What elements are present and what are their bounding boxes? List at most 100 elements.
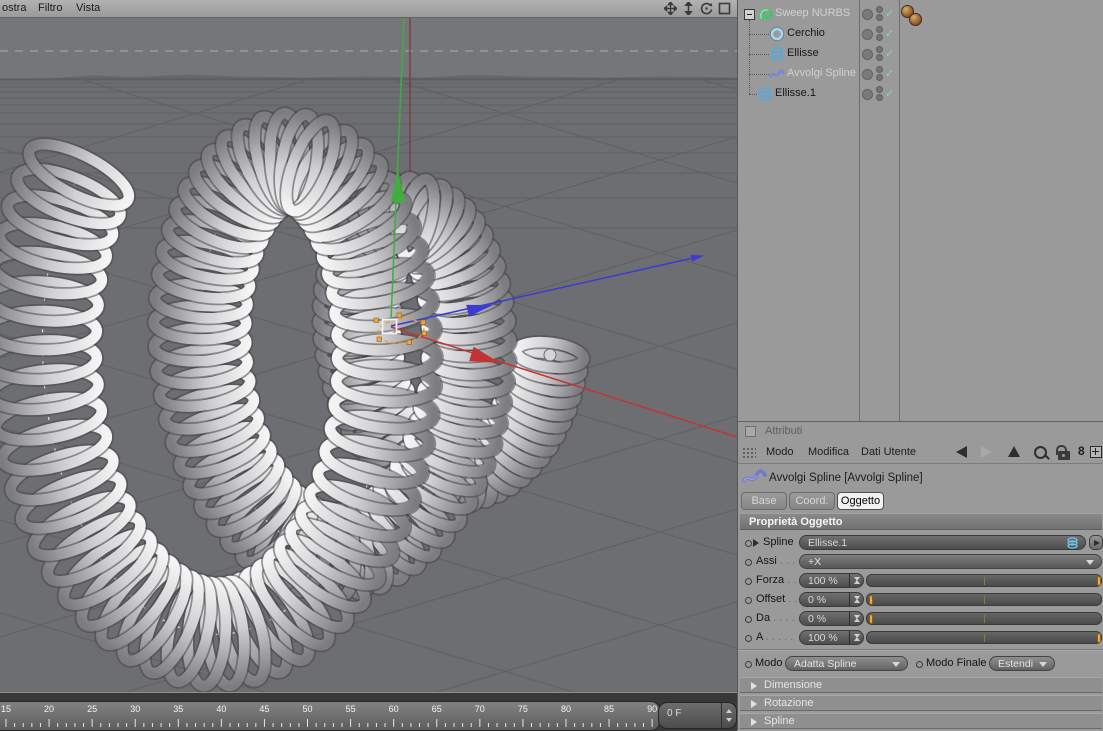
ellipse-spline-icon[interactable]: [769, 46, 785, 62]
properties-section-header[interactable]: Proprietà Oggetto: [740, 513, 1102, 530]
da-field[interactable]: 0 %: [799, 611, 864, 626]
link-icon[interactable]: 8: [1078, 444, 1085, 458]
section-spline[interactable]: Spline: [740, 713, 1102, 729]
viewport[interactable]: ostra Filtro Vista 15 20 25 30 35 40 45 …: [0, 0, 737, 731]
ellipse-spline-icon[interactable]: [757, 86, 773, 102]
expand-arrow-icon[interactable]: [753, 539, 759, 547]
render-visibility-dot[interactable]: [876, 94, 883, 101]
spline-link-field[interactable]: Ellisse.1: [799, 535, 1086, 550]
history-forward-icon[interactable]: [981, 446, 992, 458]
render-visibility-dot[interactable]: [876, 54, 883, 61]
dolly-icon[interactable]: [682, 2, 695, 15]
anim-dot[interactable]: [745, 578, 752, 585]
tab-coord[interactable]: Coord.: [789, 492, 835, 510]
modo-dropdown[interactable]: Adatta Spline: [785, 656, 908, 671]
sweep-nurbs-icon[interactable]: [757, 6, 773, 22]
object-label[interactable]: Ellisse.1: [775, 87, 816, 99]
anim-dot[interactable]: [745, 661, 752, 668]
visibility-dot[interactable]: [862, 69, 873, 80]
menu-filtro[interactable]: Filtro: [38, 2, 62, 14]
editor-visibility-dot[interactable]: [876, 86, 883, 93]
attributes-title: Attributi: [765, 425, 803, 437]
menu-mostra[interactable]: ostra: [2, 2, 26, 14]
panel-grip-icon[interactable]: [742, 447, 756, 458]
pan-icon[interactable]: [664, 2, 677, 15]
anim-dot[interactable]: [916, 661, 923, 668]
collapse-icon[interactable]: [744, 9, 755, 20]
forza-stepper[interactable]: [849, 574, 863, 587]
a-field[interactable]: 100 %: [799, 630, 864, 645]
anim-dot[interactable]: [745, 616, 752, 623]
section-rotazione[interactable]: Rotazione: [740, 695, 1102, 711]
visibility-dot[interactable]: [862, 89, 873, 100]
editor-visibility-dot[interactable]: [876, 26, 883, 33]
enabled-check-icon[interactable]: ✓: [885, 47, 894, 60]
expand-arrow-icon: [751, 718, 757, 726]
offset-stepper[interactable]: [849, 593, 863, 606]
attr-menu-dati-utente[interactable]: Dati Utente: [861, 446, 916, 458]
editor-visibility-dot[interactable]: [876, 46, 883, 53]
object-row-cerchio[interactable]: Cerchio ✓: [738, 24, 1103, 44]
enabled-check-icon[interactable]: ✓: [885, 27, 894, 40]
spline-picker-button[interactable]: [1089, 535, 1103, 550]
object-label[interactable]: Cerchio: [787, 27, 825, 39]
cinema4d-window: ostra Filtro Vista 15 20 25 30 35 40 45 …: [0, 0, 1103, 731]
render-visibility-dot[interactable]: [876, 14, 883, 21]
object-row-sweep-nurbs[interactable]: Sweep NURBS ✓: [738, 4, 1103, 26]
attributes-lock-checkbox[interactable]: [745, 426, 756, 437]
object-label[interactable]: Ellisse: [787, 47, 819, 59]
anim-dot[interactable]: [745, 540, 752, 547]
render-visibility-dot[interactable]: [876, 34, 883, 41]
object-label[interactable]: Avvolgi Spline: [787, 67, 856, 79]
search-icon[interactable]: [1034, 446, 1047, 459]
forza-slider[interactable]: [866, 574, 1102, 587]
object-label[interactable]: Sweep NURBS: [775, 7, 850, 19]
editor-visibility-dot[interactable]: [876, 66, 883, 73]
anim-dot[interactable]: [745, 635, 752, 642]
visibility-dot[interactable]: [862, 29, 873, 40]
a-slider[interactable]: [866, 631, 1102, 644]
current-frame-field[interactable]: 0 F: [658, 702, 737, 729]
new-panel-icon[interactable]: [1090, 446, 1102, 458]
enabled-check-icon[interactable]: ✓: [885, 67, 894, 80]
timeline-ruler[interactable]: 15 20 25 30 35 40 45 50 55 60 65 70 75 80 85 90: [0, 701, 660, 731]
properties-section-title: Proprietà Oggetto: [749, 516, 843, 528]
visibility-dot[interactable]: [862, 49, 873, 60]
assi-dropdown[interactable]: +X: [799, 554, 1102, 569]
da-stepper[interactable]: [849, 612, 863, 625]
object-row-ellisse[interactable]: Ellisse ✓: [738, 44, 1103, 64]
attr-menu-modo[interactable]: Modo: [766, 446, 794, 458]
lock-icon[interactable]: [1056, 445, 1070, 460]
section-dimensione[interactable]: Dimensione: [740, 677, 1102, 693]
editor-visibility-dot[interactable]: [876, 6, 883, 13]
attr-menu-modifica[interactable]: Modifica: [808, 446, 849, 458]
enabled-check-icon[interactable]: ✓: [885, 87, 894, 100]
circle-spline-icon[interactable]: [769, 26, 785, 42]
viewport-canvas[interactable]: [0, 0, 737, 730]
frame-stepper[interactable]: [721, 703, 736, 728]
da-slider[interactable]: [866, 612, 1102, 625]
tab-oggetto[interactable]: Oggetto: [837, 492, 884, 510]
forza-field[interactable]: 100 %: [799, 573, 864, 588]
section-rotazione-label: Rotazione: [764, 697, 814, 709]
da-value: 0 %: [808, 613, 827, 625]
object-row-avvolgi-spline[interactable]: Avvolgi Spline ✓: [738, 64, 1103, 84]
param-row-assi: Assi . . . +X: [738, 552, 1103, 571]
anim-dot[interactable]: [745, 597, 752, 604]
a-stepper[interactable]: [849, 631, 863, 644]
parent-object-icon[interactable]: [1008, 446, 1020, 457]
enabled-check-icon[interactable]: ✓: [885, 7, 894, 20]
maximize-icon[interactable]: [718, 2, 731, 15]
offset-field[interactable]: 0 %: [799, 592, 864, 607]
offset-slider[interactable]: [866, 593, 1102, 606]
object-row-ellisse-1[interactable]: Ellisse.1 ✓: [738, 84, 1103, 104]
tab-base[interactable]: Base: [741, 492, 787, 510]
rotate-icon[interactable]: [700, 2, 713, 15]
visibility-dot[interactable]: [862, 9, 873, 20]
render-visibility-dot[interactable]: [876, 74, 883, 81]
modo-finale-dropdown[interactable]: Estendi: [989, 656, 1055, 671]
wrap-spline-icon[interactable]: [769, 66, 785, 82]
anim-dot[interactable]: [745, 559, 752, 566]
history-back-icon[interactable]: [956, 446, 967, 458]
menu-vista[interactable]: Vista: [76, 2, 100, 14]
